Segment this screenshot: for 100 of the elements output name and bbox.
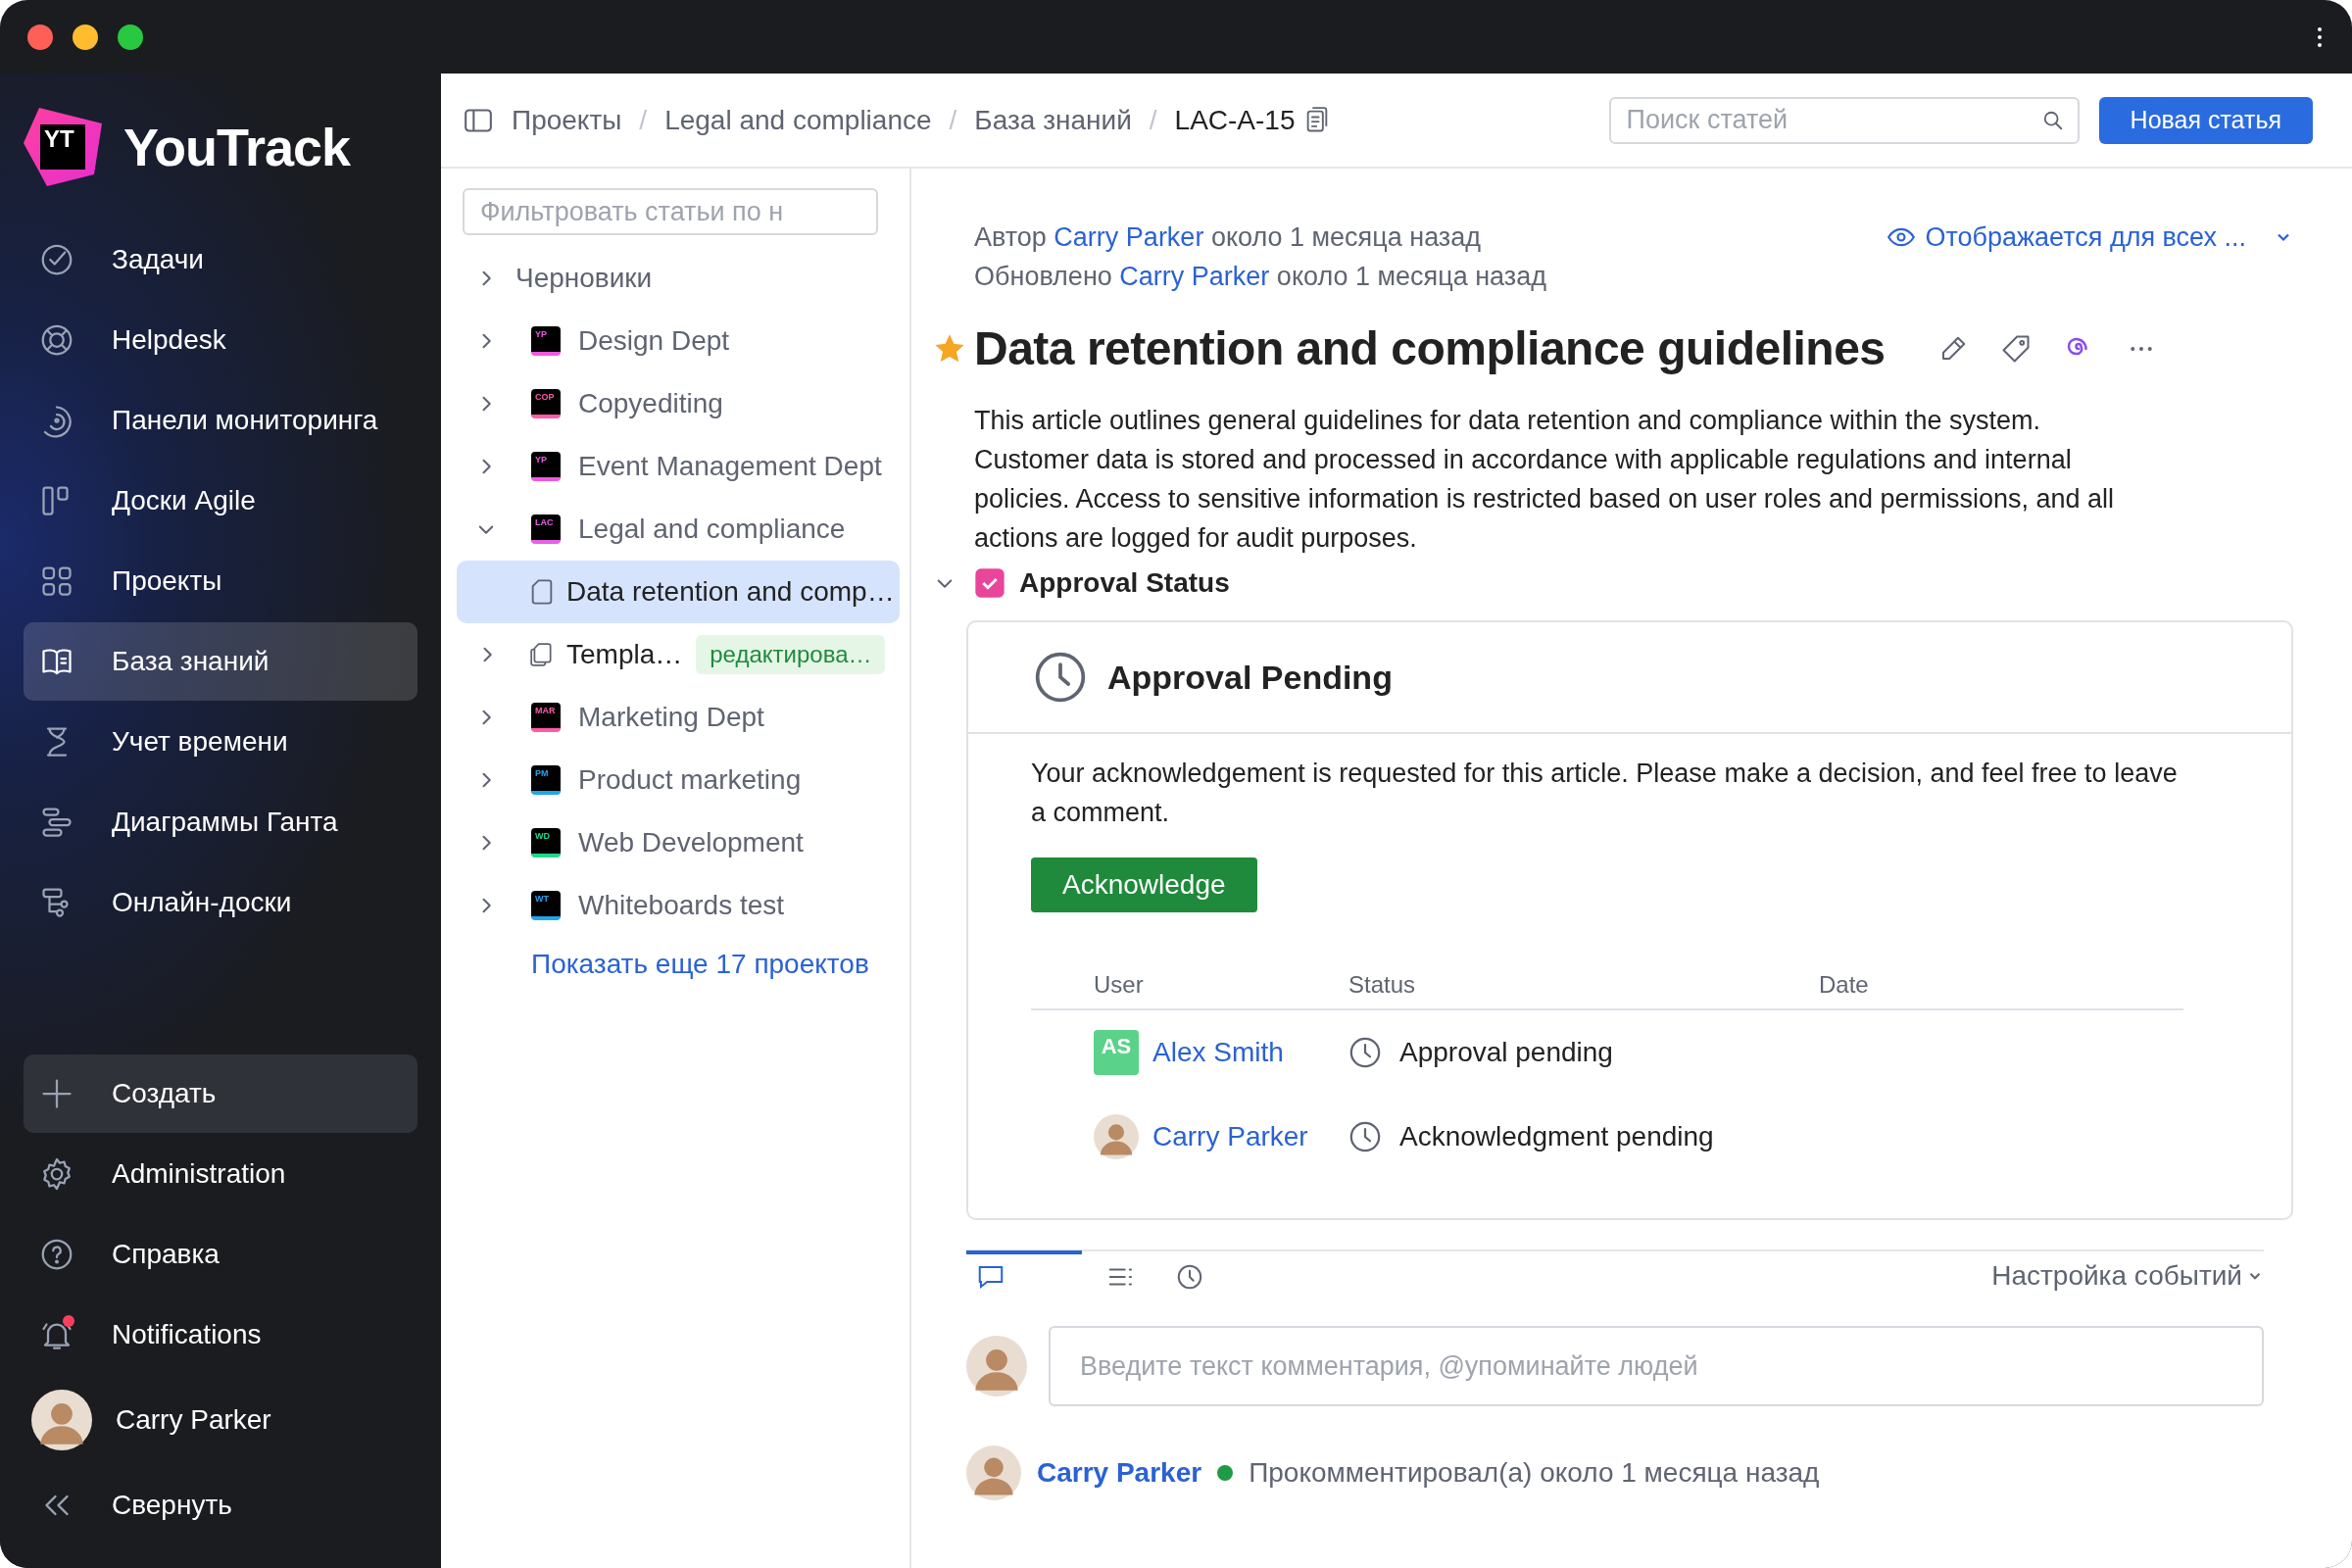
user-menu[interactable]: Carry Parker [24,1376,417,1464]
more-icon[interactable] [2317,25,2323,49]
tree-item[interactable]: LAC Legal and compliance [457,498,900,561]
project-badge: YP [531,326,561,356]
breadcrumb-link[interactable]: Legal and compliance [664,104,932,136]
app-name: YouTrack [123,117,351,177]
breadcrumb-link[interactable]: Проекты [512,104,622,136]
approval-icon [974,567,1005,599]
breadcrumb-link[interactable]: LAC-A-15 [1174,104,1296,136]
close-button[interactable] [27,24,53,50]
documents-icon [529,641,555,668]
visibility-dropdown[interactable]: Отображается для всех ... [1887,218,2293,257]
nav-item[interactable]: Задачи [24,220,417,299]
document-icon [529,578,555,606]
tree-item[interactable]: PM Product marketing [457,749,900,811]
clock-icon [1348,1120,1382,1153]
tree-item[interactable]: COP Copyediting [457,372,900,435]
nav-item[interactable]: Notifications [24,1296,417,1374]
collapse-button[interactable]: Свернуть [24,1466,417,1544]
nav-item[interactable]: Учет времени [24,703,417,781]
project-badge: WD [531,828,561,858]
avatar [966,1336,1027,1396]
avatar [966,1446,1021,1500]
avatar [31,1390,92,1450]
tree-item-label: Event Management Dept [578,451,882,482]
copy-icon[interactable] [1304,106,1329,134]
user-link[interactable]: Carry Parker [1152,1121,1308,1152]
breadcrumb-separator: / [949,104,957,136]
tree-item-label: Copyediting [578,388,723,419]
comment-field[interactable]: Введите текст комментария, @упоминайте людей [1049,1326,2264,1406]
user-link[interactable]: Alex Smith [1152,1037,1284,1068]
column-header: User [1094,971,1145,999]
tag-icon[interactable] [2000,333,2031,364]
nav-item[interactable]: Administration [24,1135,417,1213]
tree-item[interactable]: MAR Marketing Dept [457,686,900,749]
activity-text: Прокомментировал(а) около 1 месяца назад [1249,1457,1820,1489]
filter-field[interactable]: Фильтровать статьи по н [463,188,878,235]
approval-state: Approval Pending [1107,658,1393,697]
user-initials-avatar: AS [1094,1030,1139,1075]
breadcrumb-separator: / [639,104,648,136]
meta-line: Обновлено Carry Parker около 1 месяца назад [974,261,1546,293]
create-button[interactable]: Создать [24,1054,417,1133]
nav-item[interactable]: Диаграммы Ганта [24,783,417,861]
approval-message: Your acknowledgement is requested for this article. Please make a decision, and feel free to leave a comment. [1031,758,2179,829]
grid-icon [39,564,74,599]
nav-item[interactable]: Проекты [24,542,417,620]
show-more-link[interactable]: Показать еще 17 проектов [531,949,900,980]
status-text: Approval pending [1399,1037,1613,1068]
project-badge: COP [531,389,561,418]
status-tag: редактирова… [696,635,886,674]
meta-line: Автор Carry Parker около 1 месяца назад [974,221,1482,254]
status-text: Acknowledgment pending [1399,1121,1714,1152]
zoom-button[interactable] [118,24,143,50]
project-badge: WT [531,891,561,920]
section-title: Approval Status [1019,567,1230,599]
acknowledge-button[interactable]: Acknowledge [1031,858,1257,912]
clock-icon [1033,650,1088,705]
tree-item-label: Whiteboards test [578,890,785,921]
project-badge: PM [531,765,561,795]
article-body: This article outlines general guidelines for data retention and compliance within the system. Customer data is stored and processed in accordance with applicable regulations and internal policies. Access to sensitive information is restricted based on user roles and permissions, and all actions are logged for audit purposes. [974,405,2116,555]
user-link[interactable]: Carry Parker [1037,1457,1202,1489]
tree-item[interactable]: YP Event Management Dept [457,435,900,498]
nav-item[interactable]: Справка [24,1215,417,1294]
bars-icon [39,805,74,840]
user-link[interactable]: Carry Parker [1119,262,1270,291]
nav-item[interactable]: Доски Agile [24,462,417,540]
tree-item[interactable]: Templa… редактирова… [457,623,900,686]
tree-item-label: Web Development [578,827,804,858]
check-circle-icon [39,242,74,277]
search-field[interactable]: Поиск статей [1608,96,2080,144]
tree-item-label: Черновики [515,263,653,294]
breadcrumb-separator: / [1149,104,1157,136]
tree-item-label: Data retention and comp… [566,576,895,608]
nav-item[interactable]: База знаний [24,622,417,701]
minimize-button[interactable] [73,24,98,50]
nav-item[interactable]: Онлайн-доски [24,863,417,942]
tree-item-label: Templa… [566,639,683,670]
eye-icon [1887,227,1916,247]
tree-item[interactable]: WD Web Development [457,811,900,874]
tree-item[interactable]: Data retention and comp… [457,561,900,623]
new-article-button[interactable]: Новая статья [2098,96,2313,144]
tree-item-label: Product marketing [578,764,802,796]
user-link[interactable]: Carry Parker [1054,222,1204,252]
tree-item-label: Design Dept [578,325,730,357]
clock-icon [1175,1262,1204,1292]
event-settings-dropdown[interactable]: Настройка событий [1991,1260,2264,1292]
nav-item[interactable]: Helpdesk [24,301,417,379]
clock-icon [1348,1036,1382,1069]
nav-item[interactable]: Панели мониторинга [24,381,417,460]
tree-item[interactable]: Черновики [457,247,900,310]
tree-item[interactable]: WT Whiteboards test [457,874,900,937]
sidebar-toggle-icon[interactable] [465,108,492,132]
star-icon[interactable] [935,333,964,364]
tree-item[interactable]: YP Design Dept [457,310,900,372]
tree-item-label: Marketing Dept [578,702,764,733]
project-badge: MAR [531,703,561,732]
breadcrumb-link[interactable]: База знаний [974,104,1132,136]
lifebuoy-icon [39,322,74,358]
article-title: Data retention and compliance guidelines [974,321,1886,375]
column-header: Date [1819,971,1870,999]
